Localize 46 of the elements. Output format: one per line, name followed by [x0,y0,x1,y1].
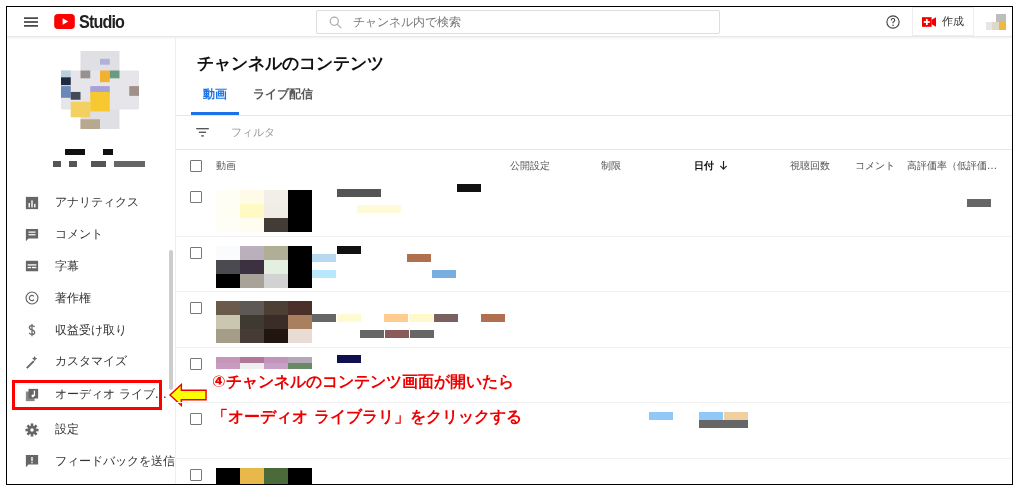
sort-arrow-icon [719,161,728,170]
gear-icon [25,422,39,437]
tab[interactable]: ライブ配信 [241,77,325,115]
sidebar-item[interactable]: コメント [7,218,175,251]
video-camera-icon [922,16,936,27]
column-header[interactable]: 制限 [601,158,694,173]
checkbox[interactable] [190,468,202,481]
checkbox[interactable] [190,159,202,172]
page-title: チャンネルのコンテンツ [196,52,385,75]
tab[interactable]: 動画 [191,77,239,115]
help-icon[interactable] [886,14,900,29]
column-header[interactable]: 視聴回数 [790,158,855,173]
wand-icon [25,354,39,369]
sidebar-item[interactable]: 設定 [7,413,175,446]
callout-arrow [169,382,207,407]
audio-icon [25,387,39,402]
comment-icon [25,227,39,242]
column-header[interactable]: 公開設定 [510,158,601,173]
column-header[interactable]: 動画 [216,158,510,173]
scrollbar[interactable] [169,250,173,390]
sidebar-item[interactable]: 字幕 [7,250,175,283]
checkbox[interactable] [190,302,202,314]
feedback-icon [25,454,39,469]
search-icon [329,15,342,29]
filter-icon [196,128,209,137]
checkbox[interactable] [190,413,202,425]
sidebar-item[interactable]: アナリティクス [7,187,175,219]
sidebar-item[interactable]: フィードバックを送信 [7,445,175,478]
sidebar-item[interactable]: 収益受け取り [7,314,175,346]
checkbox[interactable] [190,191,202,203]
sidebar-item[interactable]: 著作権 [7,282,175,315]
column-header[interactable]: 日付 [694,158,790,173]
search-field[interactable]: チャンネル内で検索 [316,9,720,34]
menu-icon[interactable] [24,16,38,27]
checkbox[interactable] [190,357,202,370]
column-header[interactable]: 高評価率（低評価… [907,158,1012,173]
checkbox[interactable] [190,246,202,259]
redaction-drawing [337,354,361,363]
logo-icon[interactable] [54,14,75,29]
logo-text: Studio [79,10,125,33]
column-header[interactable]: コメント [855,158,907,173]
create-button[interactable]: 作成 [912,7,974,36]
subtitles-icon [25,259,39,274]
copyright-icon [25,291,39,306]
analytics-icon [25,195,39,210]
sidebar-item[interactable]: カスタマイズ [7,346,175,378]
